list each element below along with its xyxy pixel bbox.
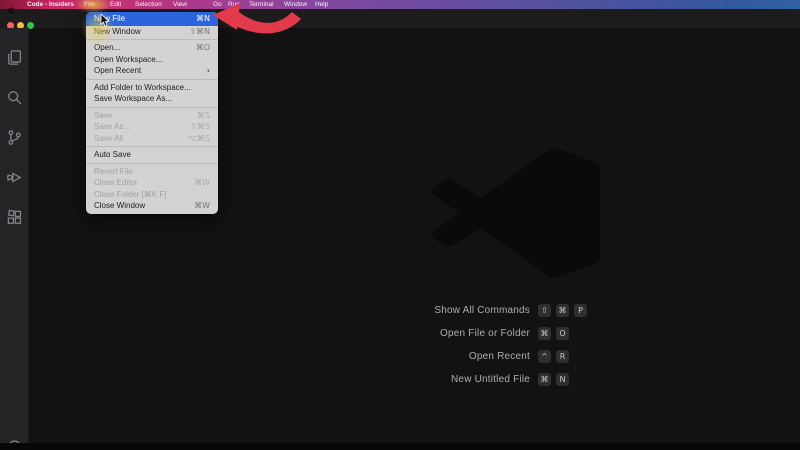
menu-item-add-folder-to-workspace[interactable]: Add Folder to Workspace... bbox=[86, 82, 218, 94]
activity-bar bbox=[0, 28, 29, 444]
keycap-command: ⌘ bbox=[538, 327, 551, 340]
menu-item-save-workspace-as[interactable]: Save Workspace As... bbox=[86, 93, 218, 105]
keycap-letter: P bbox=[574, 304, 587, 317]
menubar-item-view[interactable]: View bbox=[173, 0, 187, 9]
menubar-item-window[interactable]: Window bbox=[284, 0, 307, 9]
shortcut-label: Open Recent bbox=[360, 351, 530, 362]
menubar-item-app[interactable]: Code - Insiders bbox=[27, 0, 74, 9]
menu-separator bbox=[86, 39, 218, 40]
letterbox-strip bbox=[0, 443, 800, 450]
shortcut-label: New Untitled File bbox=[360, 374, 530, 385]
menu-item-save-as: Save As... ⇧⌘S bbox=[86, 121, 218, 133]
menu-item-close-editor: Close Editor ⌘W bbox=[86, 177, 218, 189]
welcome-shortcuts-panel: Show All Commands ⇧ ⌘ P Open File or Fol… bbox=[360, 299, 610, 391]
menubar-item-terminal[interactable]: Terminal bbox=[249, 0, 274, 9]
menu-item-auto-save[interactable]: Auto Save bbox=[86, 149, 218, 161]
keycap-control: ^ bbox=[538, 350, 551, 363]
menu-separator bbox=[86, 107, 218, 108]
keycap-shift: ⇧ bbox=[538, 304, 551, 317]
extensions-icon[interactable] bbox=[6, 209, 23, 226]
menubar-item-go[interactable]: Go bbox=[213, 0, 222, 9]
shortcut-label: Open File or Folder bbox=[360, 328, 530, 339]
vscode-logo-watermark bbox=[432, 148, 600, 278]
menu-separator bbox=[86, 146, 218, 147]
submenu-chevron-icon: › bbox=[207, 66, 210, 75]
keycap-group: ⌘ O bbox=[538, 327, 569, 340]
menubar-item-file[interactable]: File bbox=[84, 0, 94, 9]
menubar-item-edit[interactable]: Edit bbox=[110, 0, 121, 9]
menu-item-open-workspace[interactable]: Open Workspace... bbox=[86, 54, 218, 66]
search-icon[interactable] bbox=[6, 89, 23, 106]
keycap-letter: R bbox=[556, 350, 569, 363]
menu-item-close-folder: Close Folder [⌘K F] bbox=[86, 189, 218, 201]
menubar-item-help[interactable]: Help bbox=[315, 0, 328, 9]
file-menu-dropdown: New File ⌘N New Window ⇧⌘N Open... ⌘O Op… bbox=[86, 12, 218, 214]
shortcut-row: Show All Commands ⇧ ⌘ P bbox=[360, 299, 610, 322]
menu-separator bbox=[86, 79, 218, 80]
shortcut-row: Open Recent ^ R bbox=[360, 345, 610, 368]
shortcut-row: Open File or Folder ⌘ O bbox=[360, 322, 610, 345]
menu-item-new-file[interactable]: New File ⌘N bbox=[86, 12, 218, 26]
menu-item-open-recent[interactable]: Open Recent › bbox=[86, 65, 218, 77]
keycap-command: ⌘ bbox=[538, 373, 551, 386]
keycap-letter: O bbox=[556, 327, 569, 340]
explorer-icon[interactable] bbox=[6, 49, 23, 66]
menu-separator bbox=[86, 163, 218, 164]
source-control-icon[interactable] bbox=[6, 129, 23, 146]
menubar-item-run[interactable]: Run bbox=[228, 0, 240, 9]
keycap-group: ^ R bbox=[538, 350, 569, 363]
menu-item-revert-file: Revert File bbox=[86, 166, 218, 178]
keycap-letter: N bbox=[556, 373, 569, 386]
menu-item-close-window[interactable]: Close Window ⌘W bbox=[86, 200, 218, 212]
shortcut-label: Show All Commands bbox=[360, 305, 530, 316]
keycap-group: ⇧ ⌘ P bbox=[538, 304, 587, 317]
menu-item-open[interactable]: Open... ⌘O bbox=[86, 42, 218, 54]
menubar-item-selection[interactable]: Selection bbox=[135, 0, 162, 9]
menu-item-save: Save ⌘S bbox=[86, 110, 218, 122]
shortcut-row: New Untitled File ⌘ N bbox=[360, 368, 610, 391]
run-debug-icon[interactable] bbox=[6, 169, 23, 186]
menu-item-save-all: Save All ⌥⌘S bbox=[86, 133, 218, 145]
apple-logo-icon[interactable] bbox=[8, 1, 15, 19]
keycap-group: ⌘ N bbox=[538, 373, 569, 386]
macos-menu-bar: Code - Insiders File Edit Selection View… bbox=[0, 0, 800, 9]
keycap-command: ⌘ bbox=[556, 304, 569, 317]
menu-item-new-window[interactable]: New Window ⇧⌘N bbox=[86, 26, 218, 38]
